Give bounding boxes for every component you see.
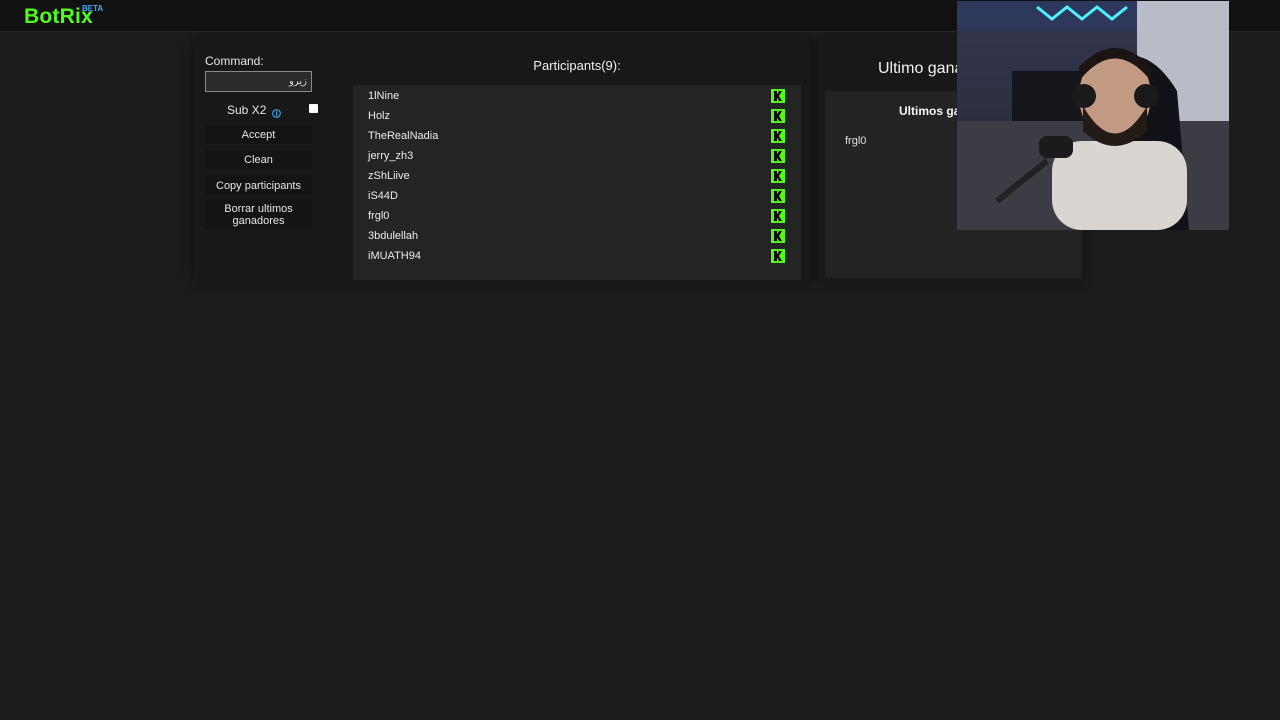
participant-name: 1lNine [368, 90, 400, 102]
participants-title: Participants(9): [533, 58, 621, 73]
participant-row[interactable]: Holz [353, 106, 801, 126]
participant-row[interactable]: jerry_zh3 [353, 146, 801, 166]
info-icon[interactable] [272, 105, 281, 123]
participant-name: frgl0 [368, 210, 390, 222]
accept-button[interactable]: Accept [205, 125, 312, 144]
command-input[interactable]: زيرو [205, 71, 312, 92]
beta-badge: BETA [82, 4, 104, 13]
borrar-ultimos-ganadores-button[interactable]: Borrar ultimos ganadores [205, 200, 312, 230]
participant-name: 3bdulellah [368, 230, 419, 242]
clean-button[interactable]: Clean [205, 150, 312, 169]
ultimos-ganadores-title: Ultimos ga [899, 104, 961, 118]
copy-participants-button[interactable]: Copy participants [205, 176, 312, 195]
participant-name: TheRealNadia [368, 130, 439, 142]
participant-name: iMUATH94 [368, 250, 421, 262]
participant-name: Holz [368, 110, 391, 122]
participant-row[interactable]: frgl0 [353, 206, 801, 226]
sub-x2-checkbox[interactable] [309, 104, 318, 113]
participant-row[interactable]: iS44D [353, 186, 801, 206]
participant-name: jerry_zh3 [368, 150, 414, 162]
sub-x2-row: Sub X2 [205, 101, 320, 118]
sub-x2-label: Sub X2 [227, 103, 267, 117]
participant-row[interactable]: TheRealNadia [353, 126, 801, 146]
kick-icon [771, 249, 785, 268]
webcam-overlay [957, 1, 1229, 230]
participant-row[interactable]: 3bdulellah [353, 226, 801, 246]
participant-name: zShLiive [368, 170, 410, 182]
ultimo-ganador-title: Ultimo gana [878, 60, 964, 77]
command-label: Command: [205, 54, 264, 68]
participant-row[interactable]: 1lNine [353, 86, 801, 106]
winner-item: frgl0 [845, 135, 867, 147]
participants-list: 1lNine Holz TheRealNadia jerry_zh3 zShLiive i… [353, 85, 801, 280]
participant-row[interactable]: iMUATH94 [353, 246, 801, 266]
participant-row[interactable]: zShLiive [353, 166, 801, 186]
participant-name: iS44D [368, 190, 398, 202]
